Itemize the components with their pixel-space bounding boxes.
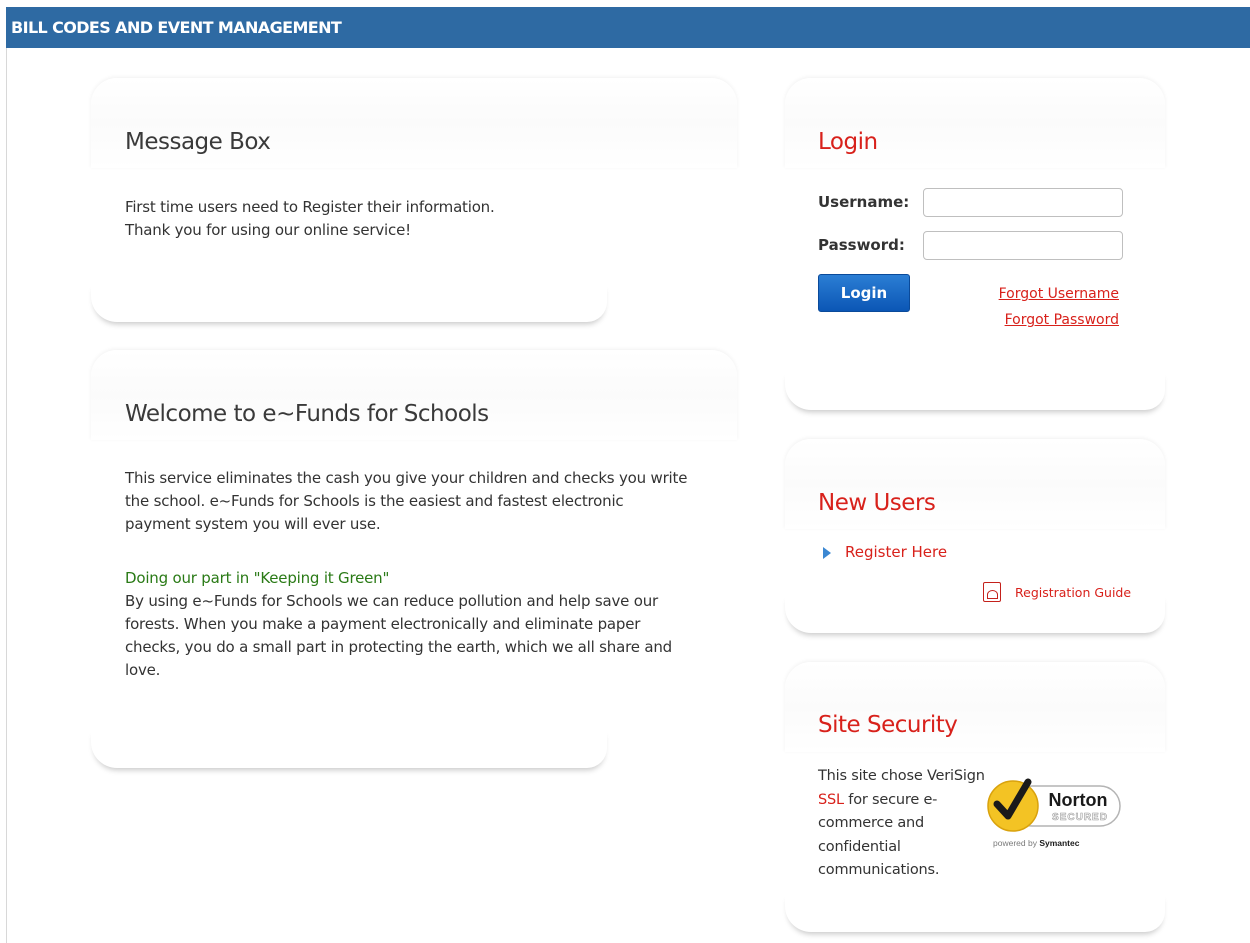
- panel-left-edge: [785, 682, 789, 912]
- badge-secured: SECURED: [1052, 812, 1108, 823]
- site-security-text: This site chose VeriSign SSL for secure …: [818, 765, 988, 883]
- panel-left-edge: [785, 98, 789, 390]
- welcome-paragraph-1: This service eliminates the cash you giv…: [125, 469, 688, 533]
- page-header: BILL CODES AND EVENT MANAGEMENT: [6, 7, 1250, 48]
- panel-left-edge: [785, 459, 789, 613]
- message-box-line-2: Thank you for using our online service!: [125, 221, 411, 239]
- login-button[interactable]: Login: [818, 274, 910, 312]
- badge-powered-prefix: powered by: [993, 838, 1039, 848]
- register-here-link[interactable]: Register Here: [845, 543, 947, 561]
- triangle-right-icon: [823, 547, 831, 559]
- ssl-link[interactable]: SSL: [818, 792, 844, 808]
- panel-right-edge: [1161, 682, 1165, 752]
- norton-secured-badge[interactable]: Norton SECURED powered by Symantec: [986, 776, 1126, 852]
- badge-word: Norton: [1049, 790, 1108, 810]
- badge-powered-brand: Symantec: [1039, 838, 1079, 848]
- password-label: Password:: [818, 236, 905, 254]
- pdf-icon[interactable]: [983, 582, 1001, 602]
- panel-top-shade: [785, 662, 1165, 752]
- username-label: Username:: [818, 193, 910, 211]
- panel-right-edge: [1161, 98, 1165, 168]
- panel-left-edge: [91, 370, 95, 748]
- new-users-panel: [785, 439, 1165, 633]
- welcome-paragraph-2: By using e~Funds for Schools we can redu…: [125, 592, 672, 679]
- panel-right-edge: [733, 370, 737, 440]
- left-rule: [6, 48, 7, 943]
- forgot-password-link[interactable]: Forgot Password: [1005, 312, 1119, 328]
- badge-powered: powered by Symantec: [993, 838, 1080, 848]
- welcome-title: Welcome to e~Funds for Schools: [125, 401, 489, 427]
- security-text-before: This site chose VeriSign: [818, 768, 985, 784]
- message-box-title: Message Box: [125, 129, 271, 155]
- panel-bottom-shade: [91, 282, 607, 322]
- panel-bottom-shade: [785, 370, 1165, 410]
- welcome-green-heading: Doing our part in "Keeping it Green": [125, 569, 390, 587]
- username-input[interactable]: [923, 188, 1123, 217]
- new-users-title: New Users: [818, 490, 936, 516]
- panel-left-edge: [91, 98, 95, 302]
- message-box-text: First time users need to Register their …: [125, 196, 685, 242]
- password-input[interactable]: [923, 231, 1123, 260]
- panel-right-edge: [1161, 459, 1165, 529]
- site-security-title: Site Security: [818, 712, 958, 738]
- forgot-username-link[interactable]: Forgot Username: [999, 286, 1119, 302]
- panel-right-edge: [733, 98, 737, 168]
- message-box-line-1: First time users need to Register their …: [125, 198, 495, 216]
- login-title: Login: [818, 129, 878, 155]
- registration-guide-link[interactable]: Registration Guide: [1015, 585, 1131, 600]
- page-header-title: BILL CODES AND EVENT MANAGEMENT: [11, 18, 342, 37]
- panel-bottom-shade: [785, 892, 1165, 932]
- panel-bottom-shade: [91, 728, 607, 768]
